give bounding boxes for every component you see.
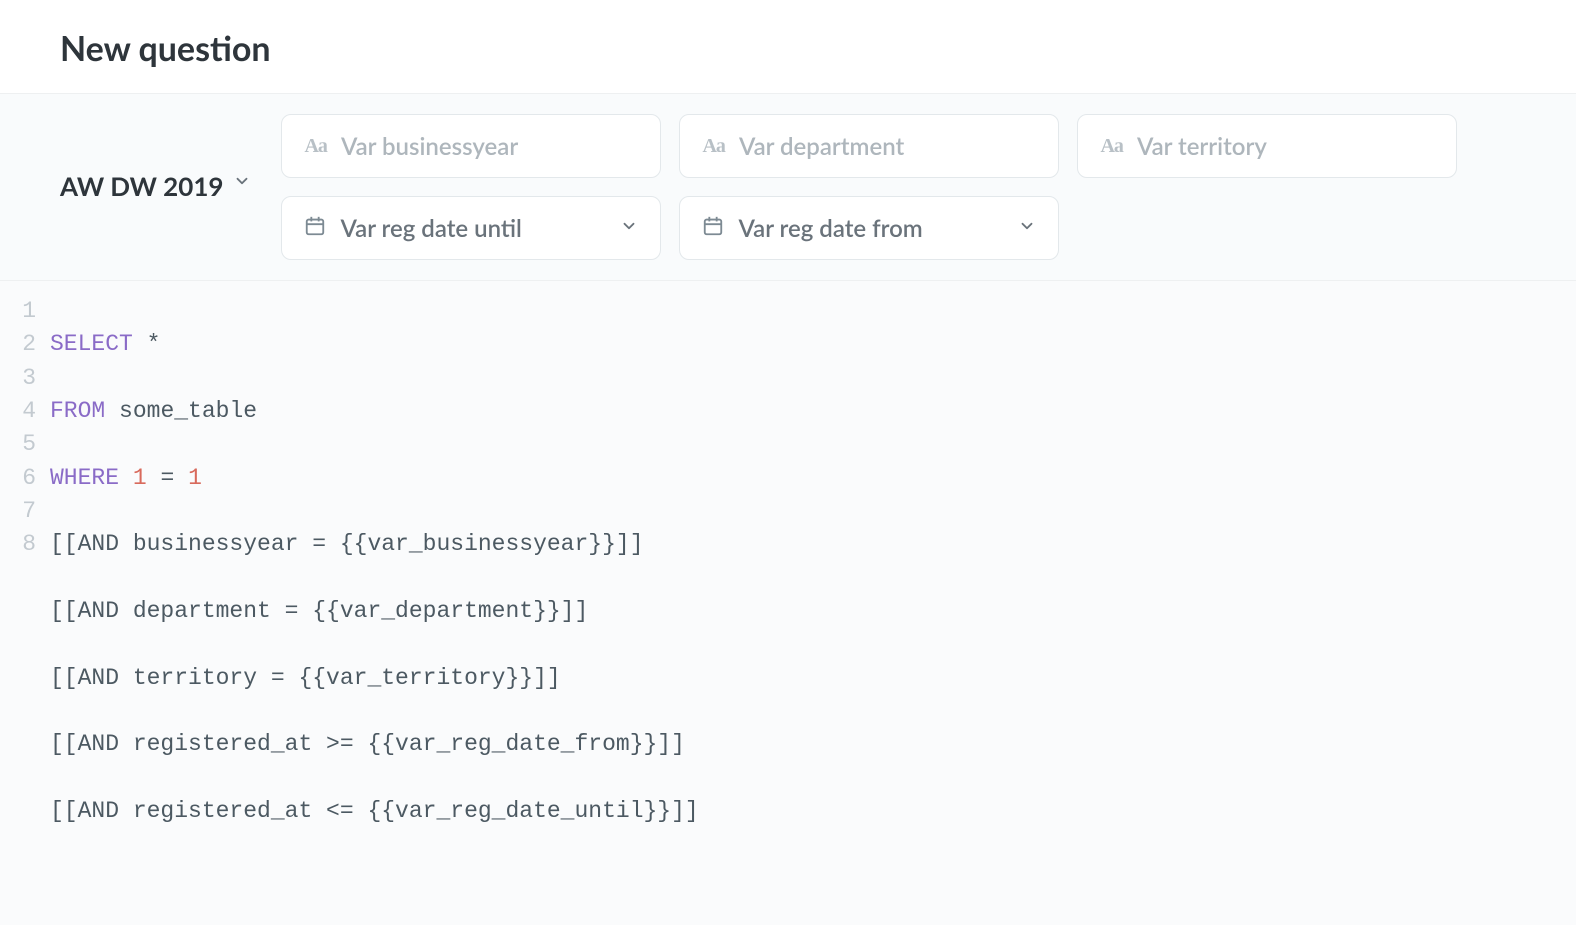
database-selector[interactable]: AW DW 2019 [60,169,251,204]
code-line: [[AND registered_at <= {{var_reg_date_un… [50,795,699,828]
filter-reg-date-from[interactable]: Var reg date from [679,196,1059,260]
calendar-icon [702,215,724,241]
line-number: 8 [0,528,36,561]
code-line: WHERE 1 = 1 [50,462,699,495]
filter-reg-date-until[interactable]: Var reg date until [281,196,661,260]
chevron-down-icon [1018,217,1036,239]
sql-keyword: FROM [50,398,105,424]
sql-token: * [147,331,161,357]
code-line: FROM some_table [50,395,699,428]
sql-keyword: SELECT [50,331,133,357]
filter-placeholder: Var reg date from [738,214,922,243]
page-header: New question [0,0,1576,93]
sql-token: some_table [119,398,257,424]
sql-editor[interactable]: 1 2 3 4 5 6 7 8 SELECT * FROM some_table… [0,281,1576,925]
line-number: 5 [0,428,36,461]
text-type-icon: Aa [304,135,326,158]
filter-department[interactable]: Aa Var department [679,114,1059,178]
sql-code[interactable]: SELECT * FROM some_table WHERE 1 = 1 [[A… [50,295,699,895]
filter-placeholder: Var reg date until [340,214,521,243]
line-number: 3 [0,362,36,395]
filter-businessyear[interactable]: Aa Var businessyear [281,114,661,178]
database-selector-label: AW DW 2019 [60,169,223,204]
filter-placeholder: Var department [739,132,904,161]
chevron-down-icon [620,217,638,239]
chevron-down-icon [233,163,251,198]
code-line: SELECT * [50,328,699,361]
line-number: 4 [0,395,36,428]
page-title: New question [60,28,1516,69]
filter-placeholder: Var territory [1137,132,1267,161]
text-type-icon: Aa [702,135,724,158]
text-type-icon: Aa [1100,135,1122,158]
filter-group: Aa Var businessyear Aa Var department Aa… [281,114,1516,260]
calendar-icon [304,215,326,241]
code-line: [[AND businessyear = {{var_businessyear}… [50,528,699,561]
line-number: 1 [0,295,36,328]
code-line: [[AND registered_at >= {{var_reg_date_fr… [50,728,699,761]
sql-token: = [160,465,174,491]
code-line: [[AND territory = {{var_territory}}]] [50,662,699,695]
code-line: [[AND department = {{var_department}}]] [50,595,699,628]
line-gutter: 1 2 3 4 5 6 7 8 [0,295,50,895]
sql-number: 1 [188,465,202,491]
filter-placeholder: Var businessyear [341,132,518,161]
line-number: 6 [0,462,36,495]
filter-bar: AW DW 2019 Aa Var businessyear Aa Var de… [0,93,1576,281]
sql-number: 1 [133,465,147,491]
line-number: 7 [0,495,36,528]
sql-keyword: WHERE [50,465,119,491]
line-number: 2 [0,328,36,361]
filter-territory[interactable]: Aa Var territory [1077,114,1457,178]
